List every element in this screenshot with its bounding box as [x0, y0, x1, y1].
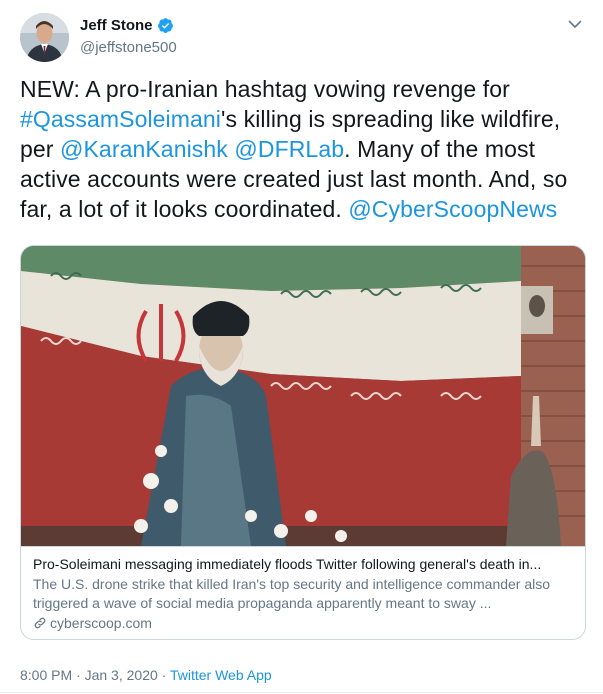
- tweet-text: NEW: A pro-Iranian hashtag vowing reveng…: [20, 74, 586, 224]
- card-body[interactable]: Pro-Soleimani messaging immediately floo…: [21, 546, 585, 631]
- link-icon: [34, 617, 46, 629]
- mention-link[interactable]: @CyberScoopNews: [348, 196, 557, 222]
- tweet-meta: 8:00 PM · Jan 3, 2020 · Twitter Web App: [20, 667, 272, 683]
- card-image[interactable]: [21, 246, 585, 546]
- mention-link[interactable]: @DFRLab: [234, 136, 344, 162]
- card-description: The U.S. drone strike that killed Iran's…: [33, 576, 551, 611]
- divider: [0, 692, 603, 693]
- card-domain[interactable]: cyberscoop.com: [50, 615, 152, 631]
- author-handle[interactable]: @jeffstone500: [80, 39, 177, 56]
- author-name-row[interactable]: Jeff Stone: [80, 17, 174, 34]
- tweet-source[interactable]: Twitter Web App: [170, 667, 272, 683]
- meta-separator: ·: [72, 667, 85, 683]
- link-preview-card[interactable]: Pro-Soleimani messaging immediately floo…: [20, 245, 586, 640]
- tweet-text-segment: NEW: A pro-Iranian hashtag vowing reveng…: [20, 76, 510, 102]
- avatar-image: [20, 13, 69, 62]
- card-title[interactable]: Pro-Soleimani messaging immediately floo…: [33, 555, 573, 574]
- tweet-time[interactable]: 8:00 PM: [20, 667, 72, 683]
- tweet-date[interactable]: Jan 3, 2020: [85, 667, 158, 683]
- mention-link[interactable]: @KaranKanishk: [60, 136, 228, 162]
- verified-badge-icon: [157, 18, 173, 33]
- mural-image: [21, 246, 585, 546]
- avatar[interactable]: [20, 13, 69, 62]
- meta-separator: ·: [157, 667, 170, 683]
- chevron-down-icon[interactable]: [567, 16, 583, 32]
- tweet: Jeff Stone @jeffstone500 NEW: A pro-Iran…: [0, 0, 603, 694]
- hashtag-link[interactable]: #QassamSoleimani: [20, 106, 221, 132]
- card-domain-row[interactable]: cyberscoop.com: [33, 615, 573, 631]
- author-display-name[interactable]: Jeff Stone: [80, 17, 153, 34]
